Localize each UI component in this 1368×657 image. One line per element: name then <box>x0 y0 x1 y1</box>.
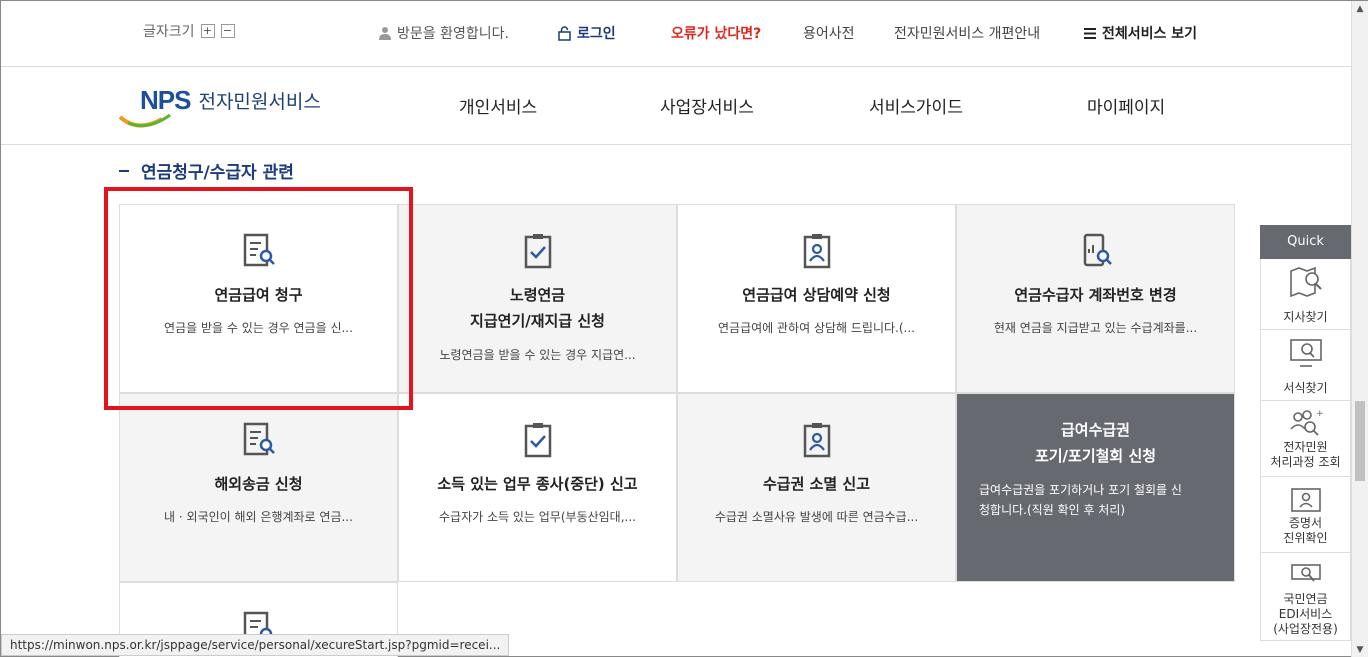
quick-label-line2: EDI서비스 <box>1278 607 1333 621</box>
welcome-message: 방문을 환영합니다. <box>379 23 509 43</box>
card-consult-reservation[interactable]: 연금급여 상담예약 신청 연금급여에 관하여 상담해 드립니다.(... <box>677 204 956 393</box>
collapse-dash-icon <box>119 169 129 172</box>
card-title-line2: 지급연기/재지급 신청 <box>470 312 605 330</box>
card-desc-line2: 청합니다.(직원 확인 후 처리) <box>979 503 1126 517</box>
all-services-label: 전체서비스 보기 <box>1102 26 1198 42</box>
clipboard-check-icon <box>524 423 551 458</box>
card-waiver-application[interactable]: 급여수급권 포기/포기철회 신청 급여수급권을 포기하거나 포기 철회를 신 청… <box>956 393 1235 582</box>
quick-label: 전자민원 처리과정 조회 <box>1261 440 1350 470</box>
font-decrease-button[interactable]: − <box>220 24 235 38</box>
card-title: 연금수급자 계좌번호 변경 <box>1014 286 1177 304</box>
id-badge-icon <box>803 234 830 269</box>
card-title: 소득 있는 업무 종사(중단) 신고 <box>437 475 638 493</box>
quick-label-line1: 국민연금 <box>1283 592 1328 606</box>
document-search-icon <box>243 422 275 456</box>
welcome-text: 방문을 환영합니다. <box>397 26 509 42</box>
id-card-icon <box>1290 488 1321 512</box>
card-desc: 노령연금을 받을 수 있는 경우 지급연... <box>439 348 636 362</box>
quick-branch-finder[interactable]: 지사찾기 <box>1260 259 1351 330</box>
error-help-label: 오류가 났다면? <box>671 26 762 42</box>
section-heading[interactable]: 연금청구/수급자 관련 <box>119 158 294 183</box>
section-title: 연금청구/수급자 관련 <box>141 163 294 183</box>
card-income-report[interactable]: 소득 있는 업무 종사(중단) 신고 수급자가 소득 있는 업무(부동산임대,.… <box>398 393 677 582</box>
nps-swoosh-icon <box>118 113 171 128</box>
quick-label: 국민연금 EDI서비스 (사업장전용) <box>1261 592 1350 637</box>
quick-label-line2: 처리과정 조회 <box>1270 455 1341 469</box>
lock-icon <box>558 25 571 41</box>
card-title: 수급권 소멸 신고 <box>762 475 871 493</box>
card-pension-claim[interactable]: 연금급여 청구 연금을 받을 수 있는 경우 연금을 신... <box>119 204 398 393</box>
card-old-age-deferral[interactable]: 노령연금 지급연기/재지급 신청 노령연금을 받을 수 있는 경우 지급연... <box>398 204 677 393</box>
quick-label-line2: 진위확인 <box>1283 531 1328 545</box>
scroll-up-icon[interactable]: ▲ <box>1352 1 1368 17</box>
card-title: 급여수급권 <box>1060 421 1130 439</box>
quick-menu: Quick 지사찾기 서식찾기 + 전자민원 처리과정 조회 증명서 진위확인 국민… <box>1260 225 1351 641</box>
nav-personal[interactable]: 개인서비스 <box>459 93 537 118</box>
quick-form-finder[interactable]: 서식찾기 <box>1260 330 1351 401</box>
card-desc: 연금급여에 관하여 상담해 드립니다.(... <box>718 321 915 335</box>
browser-status-url: https://minwon.nps.or.kr/jsppage/service… <box>1 634 510 656</box>
login-link[interactable]: 로그인 <box>558 23 616 43</box>
card-desc: 내 · 외국인이 해외 은행계좌로 연금... <box>164 510 353 524</box>
dictionary-link[interactable]: 용어사전 <box>803 23 855 43</box>
user-icon <box>379 27 391 40</box>
quick-certificate-verify[interactable]: 증명서 진위확인 <box>1260 477 1351 553</box>
clipboard-check-icon <box>524 234 551 269</box>
font-size-control: 글자크기 + − <box>143 21 235 41</box>
id-badge-icon <box>803 423 830 458</box>
svg-text:+: + <box>1316 409 1324 419</box>
main-header: NPS 전자민원서비스 개인서비스 사업장서비스 서비스가이드 마이페이지 <box>1 67 1351 145</box>
card-account-change[interactable]: 연금수급자 계좌번호 변경 현재 연금을 지급받고 있는 수급계좌를... <box>956 204 1235 393</box>
card-entitlement-extinction[interactable]: 수급권 소멸 신고 수급권 소멸사유 발생에 따른 연금수급... <box>677 393 956 582</box>
quick-edi-service[interactable]: 국민연금 EDI서비스 (사업장전용) <box>1260 553 1351 641</box>
edi-icon <box>1290 564 1321 582</box>
menu-icon <box>1084 27 1096 39</box>
site-logo[interactable]: NPS 전자민원서비스 <box>118 85 321 128</box>
dictionary-label: 용어사전 <box>803 26 855 42</box>
renewal-notice-label: 전자민원서비스 개편안내 <box>894 26 1041 42</box>
font-increase-button[interactable]: + <box>200 24 215 38</box>
phone-search-icon <box>1083 233 1112 267</box>
card-title: 연금급여 상담예약 신청 <box>742 286 891 304</box>
card-title: 해외송금 신청 <box>214 475 303 493</box>
quick-label-line1: 전자민원 <box>1283 440 1328 454</box>
all-services-button[interactable]: 전체서비스 보기 <box>1084 23 1197 43</box>
card-desc: 수급권 소멸사유 발생에 따른 연금수급... <box>714 510 919 524</box>
vertical-scrollbar[interactable]: ▲ ▼ <box>1351 1 1368 657</box>
card-desc: 연금을 받을 수 있는 경우 연금을 신... <box>164 321 353 335</box>
error-help-link[interactable]: 오류가 났다면? <box>671 23 761 43</box>
scroll-thumb[interactable] <box>1355 401 1365 481</box>
login-label: 로그인 <box>577 26 616 42</box>
quick-label: 증명서 진위확인 <box>1261 516 1350 546</box>
monitor-search-icon <box>1289 339 1322 367</box>
map-search-icon <box>1289 266 1322 298</box>
nav-business[interactable]: 사업장서비스 <box>660 93 754 118</box>
card-desc: 현재 연금을 지급받고 있는 수급계좌를... <box>993 321 1198 335</box>
scroll-down-icon[interactable]: ▼ <box>1352 642 1368 657</box>
card-title: 노령연금 <box>509 286 566 304</box>
quick-label-line1: 증명서 <box>1288 516 1323 530</box>
quick-header: Quick <box>1260 225 1351 259</box>
people-search-icon: + <box>1289 409 1324 436</box>
font-size-label: 글자크기 <box>143 24 195 40</box>
document-search-icon <box>243 233 275 267</box>
logo-text: 전자민원서비스 <box>198 91 321 113</box>
card-overseas-remittance[interactable]: 해외송금 신청 내 · 외국인이 해외 은행계좌로 연금... <box>119 393 398 582</box>
card-title-line2: 포기/포기철회 신청 <box>1034 447 1157 465</box>
quick-process-lookup[interactable]: + 전자민원 처리과정 조회 <box>1260 401 1351 477</box>
card-title: 연금급여 청구 <box>214 286 303 304</box>
nav-mypage[interactable]: 마이페이지 <box>1087 93 1165 118</box>
renewal-notice-link[interactable]: 전자민원서비스 개편안내 <box>894 23 1040 43</box>
nav-guide[interactable]: 서비스가이드 <box>869 93 963 118</box>
quick-label: 서식찾기 <box>1283 381 1328 395</box>
quick-label: 지사찾기 <box>1283 310 1328 324</box>
card-desc: 수급자가 소득 있는 업무(부동산임대,... <box>439 510 636 524</box>
card-desc: 급여수급권을 포기하거나 포기 철회를 신 <box>979 483 1182 497</box>
quick-label-line3: (사업장전용) <box>1273 622 1338 636</box>
utility-bar: 글자크기 + − 방문을 환영합니다. 로그인 오류가 났다면? 용어사전 전자… <box>1 1 1351 67</box>
